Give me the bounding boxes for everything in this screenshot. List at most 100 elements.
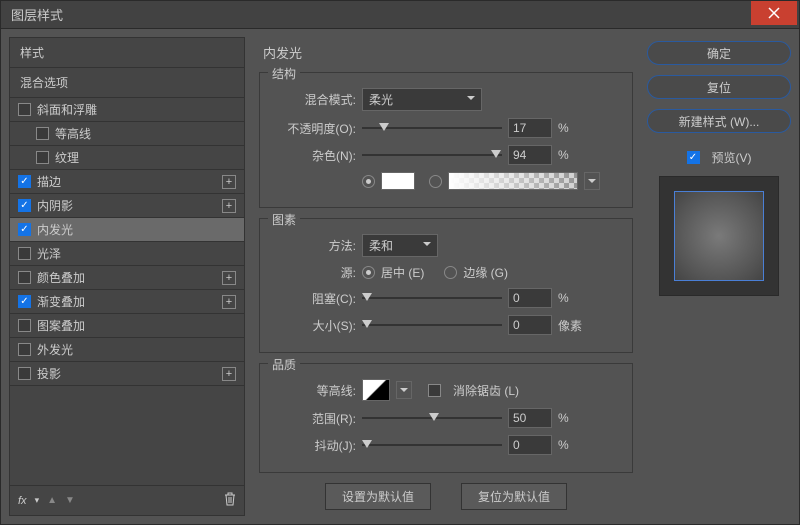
effect-checkbox[interactable]: [18, 343, 31, 356]
sidebar-item-0[interactable]: 斜面和浮雕: [10, 98, 244, 122]
sidebar-item-label: 外发光: [37, 341, 73, 358]
opacity-value[interactable]: 17: [508, 118, 552, 138]
preview-swatch: [674, 191, 764, 281]
effect-checkbox[interactable]: [18, 175, 31, 188]
noise-value[interactable]: 94: [508, 145, 552, 165]
noise-label: 杂色(N):: [270, 147, 356, 164]
size-label: 大小(S):: [270, 317, 356, 334]
close-button[interactable]: [751, 1, 797, 25]
range-label: 范围(R):: [270, 410, 356, 427]
choke-slider[interactable]: [362, 291, 502, 305]
opacity-slider[interactable]: [362, 121, 502, 135]
effect-checkbox[interactable]: [18, 223, 31, 236]
slider-thumb[interactable]: [362, 293, 372, 301]
sidebar-item-label: 纹理: [55, 149, 79, 166]
sidebar-item-1[interactable]: 等高线: [10, 122, 244, 146]
add-instance-button[interactable]: +: [222, 367, 236, 381]
cancel-button[interactable]: 复位: [647, 75, 791, 99]
styles-header[interactable]: 样式: [10, 38, 244, 68]
noise-slider[interactable]: [362, 148, 502, 162]
effect-checkbox[interactable]: [18, 271, 31, 284]
antialias-checkbox[interactable]: [428, 384, 441, 397]
slider-thumb[interactable]: [429, 413, 439, 421]
sidebar-item-2[interactable]: 纹理: [10, 146, 244, 170]
sidebar-item-4[interactable]: 内阴影+: [10, 194, 244, 218]
effect-checkbox[interactable]: [18, 295, 31, 308]
move-down-icon[interactable]: ▼: [65, 495, 75, 506]
sidebar-item-5[interactable]: 内发光: [10, 218, 244, 242]
effect-checkbox[interactable]: [18, 103, 31, 116]
quality-group: 品质 等高线: 消除锯齿 (L) 范围(R): 50 % 抖动(J):: [259, 363, 633, 473]
sidebar-item-9[interactable]: 图案叠加: [10, 314, 244, 338]
ok-button[interactable]: 确定: [647, 41, 791, 65]
gradient-dropdown[interactable]: [584, 172, 600, 190]
add-instance-button[interactable]: +: [222, 271, 236, 285]
sidebar-item-label: 光泽: [37, 245, 61, 262]
slider-thumb[interactable]: [491, 150, 501, 158]
range-value[interactable]: 50: [508, 408, 552, 428]
opacity-unit: %: [558, 121, 569, 135]
range-unit: %: [558, 411, 569, 425]
add-instance-button[interactable]: +: [222, 199, 236, 213]
fx-caret: ▾: [35, 495, 40, 506]
effect-checkbox[interactable]: [18, 367, 31, 380]
jitter-label: 抖动(J):: [270, 437, 356, 454]
fx-label[interactable]: fx: [18, 495, 27, 507]
contour-dropdown[interactable]: [396, 381, 412, 399]
sidebar-item-8[interactable]: 渐变叠加 +: [10, 290, 244, 314]
preview-checkbox[interactable]: [687, 151, 700, 164]
sidebar-item-11[interactable]: 投影 +: [10, 362, 244, 386]
source-edge-radio[interactable]: [444, 266, 457, 279]
blending-header[interactable]: 混合选项: [10, 68, 244, 98]
jitter-value[interactable]: 0: [508, 435, 552, 455]
jitter-slider[interactable]: [362, 438, 502, 452]
effect-checkbox[interactable]: [36, 151, 49, 164]
effect-checkbox[interactable]: [18, 247, 31, 260]
blend-mode-select[interactable]: 柔光: [362, 88, 482, 111]
sidebar-list: 斜面和浮雕等高线纹理描边+内阴影+内发光光泽颜色叠加+渐变叠加+图案叠加外发光投…: [10, 98, 244, 485]
sidebar-item-label: 渐变叠加: [37, 293, 85, 310]
sidebar-item-10[interactable]: 外发光: [10, 338, 244, 362]
main-panel: 内发光 结构 混合模式: 柔光 不透明度(O): 17 % 杂色(N): 94: [245, 37, 647, 516]
opacity-label: 不透明度(O):: [270, 120, 356, 137]
source-center-radio[interactable]: [362, 266, 375, 279]
color-radio[interactable]: [362, 175, 375, 188]
slider-thumb[interactable]: [362, 440, 372, 448]
source-center-label: 居中 (E): [381, 264, 424, 281]
sidebar-item-label: 投影: [37, 365, 61, 382]
sidebar-item-label: 描边: [37, 173, 61, 190]
gradient-radio[interactable]: [429, 175, 442, 188]
trash-icon[interactable]: [224, 492, 236, 509]
choke-value[interactable]: 0: [508, 288, 552, 308]
move-up-icon[interactable]: ▲: [47, 495, 57, 506]
size-slider[interactable]: [362, 318, 502, 332]
structure-title: 结构: [268, 65, 300, 82]
close-icon: [768, 7, 780, 19]
sidebar-item-3[interactable]: 描边 +: [10, 170, 244, 194]
color-swatch[interactable]: [381, 172, 415, 190]
layer-style-dialog: 图层样式 样式 混合选项 斜面和浮雕等高线纹理描边+内阴影+内发光光泽颜色叠加+…: [0, 0, 800, 525]
range-slider[interactable]: [362, 411, 502, 425]
choke-label: 阻塞(C):: [270, 290, 356, 307]
add-instance-button[interactable]: +: [222, 295, 236, 309]
slider-thumb[interactable]: [362, 320, 372, 328]
effect-checkbox[interactable]: [18, 319, 31, 332]
preview-box: [659, 176, 779, 296]
reset-default-button[interactable]: 复位为默认值: [461, 483, 567, 510]
add-instance-button[interactable]: +: [222, 175, 236, 189]
sidebar-item-7[interactable]: 颜色叠加+: [10, 266, 244, 290]
titlebar: 图层样式: [1, 1, 799, 29]
contour-picker[interactable]: [362, 379, 390, 401]
new-style-button[interactable]: 新建样式 (W)...: [647, 109, 791, 133]
gradient-swatch[interactable]: [448, 172, 578, 190]
make-default-button[interactable]: 设置为默认值: [325, 483, 431, 510]
effect-checkbox[interactable]: [18, 199, 31, 212]
sidebar-item-6[interactable]: 光泽: [10, 242, 244, 266]
slider-thumb[interactable]: [379, 123, 389, 131]
technique-select[interactable]: 柔和: [362, 234, 438, 257]
effect-checkbox[interactable]: [36, 127, 49, 140]
contour-label: 等高线:: [270, 382, 356, 399]
structure-group: 结构 混合模式: 柔光 不透明度(O): 17 % 杂色(N): 94 %: [259, 72, 633, 208]
size-value[interactable]: 0: [508, 315, 552, 335]
quality-title: 品质: [268, 356, 300, 373]
